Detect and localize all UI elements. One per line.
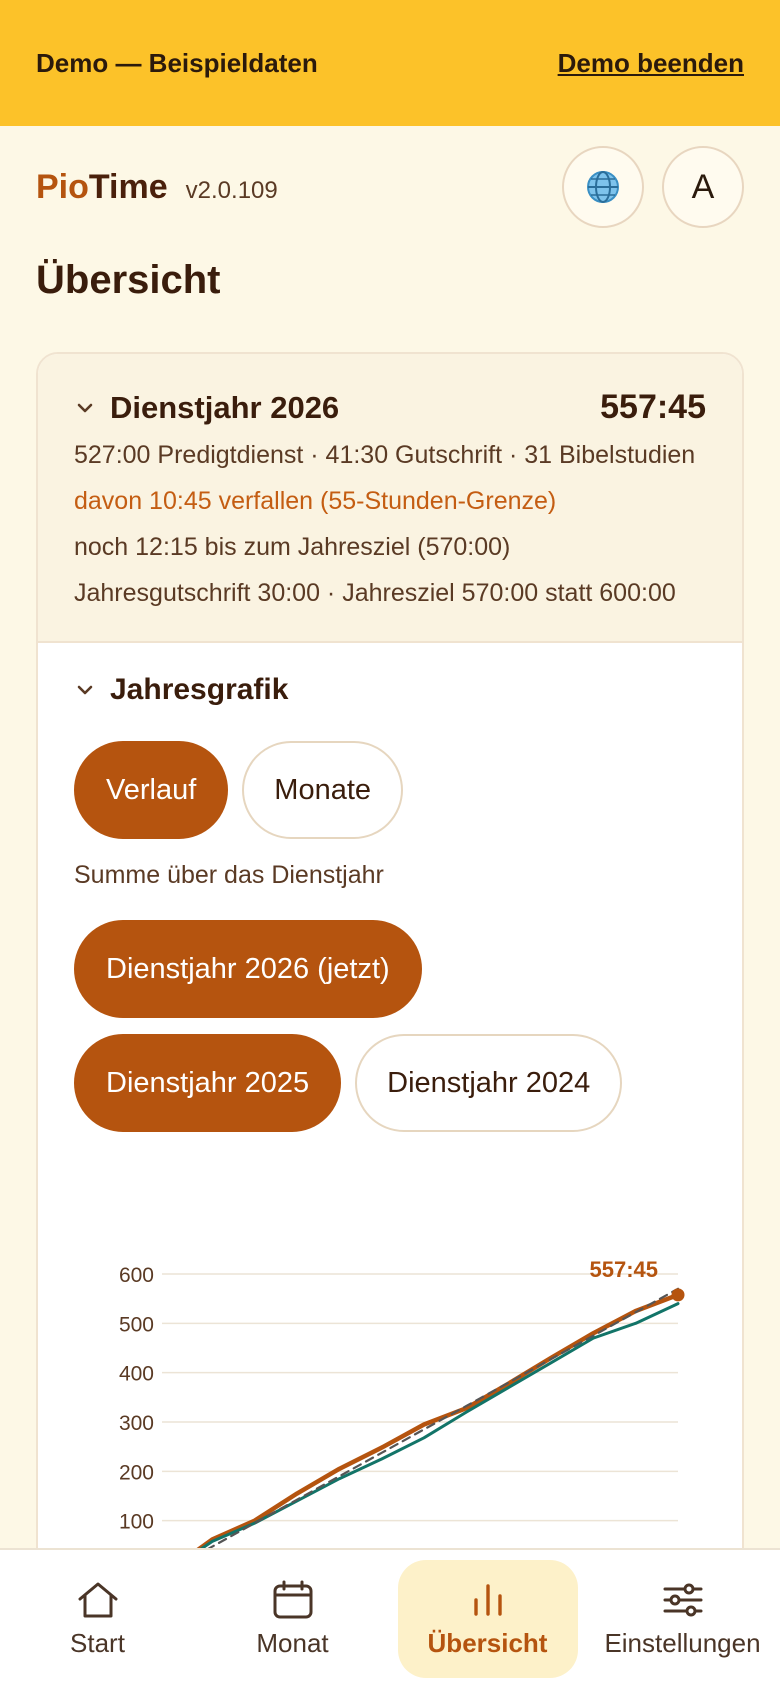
- series-line-1: [168, 1302, 680, 1572]
- language-button[interactable]: [562, 146, 644, 228]
- tab-monate[interactable]: Monate: [242, 741, 404, 839]
- chart-mode-tabs: Verlauf Monate: [74, 741, 706, 839]
- chevron-down-icon: [77, 403, 93, 412]
- nav-einstellungen[interactable]: Einstellungen: [593, 1560, 773, 1678]
- year-title: Dienstjahr 2026: [110, 389, 340, 425]
- y-tick-label-400: 400: [119, 1363, 154, 1386]
- remaining-note: noch 12:15 bis zum Jahresziel (570:00): [74, 533, 511, 561]
- service-year-card: Dienstjahr 2026 557:45 527:00 Predigtdie…: [36, 352, 744, 1612]
- chevron-down-icon: [77, 685, 93, 695]
- collapse-chart-toggle[interactable]: [74, 679, 96, 701]
- chart-section-title: Jahresgrafik: [110, 673, 289, 706]
- bottom-nav: Start Monat Übersicht Einstellungen: [0, 1548, 780, 1688]
- calendar-icon: [273, 1580, 312, 1618]
- chart-subtitle: Summe über das Dienstjahr: [74, 861, 384, 889]
- page-title: Übersicht: [36, 258, 221, 302]
- year-chips-row-1: Dienstjahr 2026 (jetzt): [74, 920, 706, 1018]
- app-version: v2.0.109: [185, 176, 278, 204]
- nav-start[interactable]: Start: [8, 1560, 188, 1678]
- y-tick-label-100: 100: [119, 1511, 154, 1534]
- series-end-point: [671, 1288, 685, 1302]
- y-tick-label-200: 200: [119, 1461, 154, 1484]
- collapse-year-toggle[interactable]: [74, 397, 96, 419]
- demo-banner: Demo — Beispieldaten Demo beenden: [0, 0, 780, 126]
- brand-pio: Pio: [36, 167, 89, 206]
- globe-icon: [587, 171, 619, 203]
- y-tick-label-500: 500: [119, 1313, 154, 1336]
- y-tick-label-600: 600: [119, 1264, 154, 1287]
- bar-chart-icon: [473, 1583, 502, 1616]
- brand-logo: Pio Time v2.0.109: [36, 168, 278, 207]
- tab-verlauf[interactable]: Verlauf: [74, 741, 229, 839]
- credit-note: Jahresgutschrift 30:00 · Jahresziel 570:…: [74, 579, 676, 607]
- chip-year-2025[interactable]: Dienstjahr 2025: [74, 1034, 342, 1132]
- chip-year-2024[interactable]: Dienstjahr 2024: [355, 1034, 623, 1132]
- series-end-label: 557:45: [589, 1257, 658, 1282]
- nav-uebersicht-label: Übersicht: [427, 1627, 548, 1658]
- year-breakdown: 527:00 Predigtdienst · 41:30 Gutschrift …: [74, 441, 696, 469]
- home-icon: [78, 1582, 117, 1617]
- year-chart-section: Jahresgrafik Verlauf Monate Summe über d…: [38, 643, 742, 1162]
- nav-monat-label: Monat: [256, 1627, 329, 1658]
- avatar-button[interactable]: A: [662, 146, 744, 228]
- year-summary: Dienstjahr 2026 557:45 527:00 Predigtdie…: [38, 354, 742, 643]
- nav-uebersicht[interactable]: Übersicht: [397, 1560, 578, 1678]
- end-demo-link[interactable]: Demo beenden: [558, 48, 744, 79]
- year-chips-row-2: Dienstjahr 2025 Dienstjahr 2024: [74, 1034, 706, 1132]
- demo-label: Demo — Beispieldaten: [36, 47, 318, 78]
- nav-start-label: Start: [70, 1627, 125, 1658]
- app-header: Pio Time v2.0.109 A: [0, 126, 780, 248]
- y-tick-label-300: 300: [119, 1412, 154, 1435]
- forfeit-note: davon 10:45 verfallen (55-Stunden-Grenze…: [74, 487, 557, 515]
- brand-time: Time: [88, 167, 168, 206]
- nav-einstellungen-label: Einstellungen: [604, 1627, 761, 1658]
- chip-year-2026[interactable]: Dienstjahr 2026 (jetzt): [74, 920, 422, 1018]
- year-total: 557:45: [600, 388, 706, 426]
- nav-monat[interactable]: Monat: [203, 1560, 383, 1678]
- avatar-letter: A: [691, 167, 715, 206]
- series-line-2: [168, 1287, 680, 1572]
- sliders-icon: [663, 1583, 702, 1616]
